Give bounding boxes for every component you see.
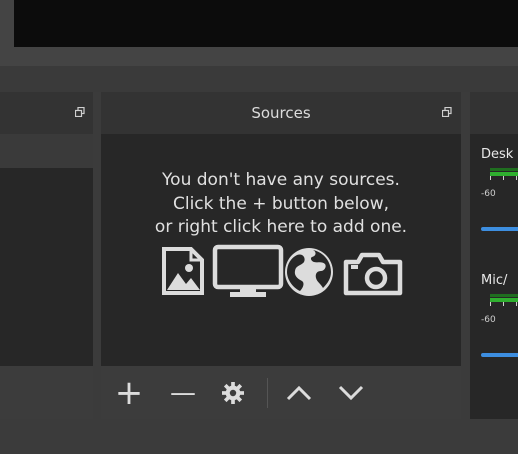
volume-meter [490,294,518,297]
volume-meter [490,298,518,302]
scene-list-item[interactable] [0,134,93,168]
meter-tick [503,302,504,306]
camera-icon [343,252,403,296]
volume-slider[interactable] [481,227,518,231]
volume-slider[interactable] [481,353,518,357]
minus-icon: — [170,377,196,408]
meter-tick [490,302,491,306]
add-source-button[interactable]: + [109,366,149,419]
globe-icon [285,248,333,296]
empty-message-line: You don't have any sources. [162,170,400,190]
chevron-down-icon [338,385,364,400]
gear-icon [222,381,244,404]
sources-title: Sources [251,104,311,122]
meter-tick [490,176,491,180]
source-properties-button[interactable] [213,366,253,419]
scenes-dock-header [0,92,93,134]
sources-dock-header: Sources [101,92,461,134]
preview-canvas[interactable] [14,0,518,47]
toolbar-separator [267,378,268,408]
move-source-down-button[interactable] [331,366,371,419]
volume-meter [490,168,518,171]
meter-tick [516,302,517,306]
scenes-list[interactable] [0,134,93,366]
scenes-toolbar [0,366,93,419]
meter-db-label: -60 [481,189,496,199]
meter-tick [503,176,504,180]
empty-sources-message: You don't have any sources. Click the + … [101,169,461,240]
plus-icon: + [114,372,144,413]
meter-tick [516,176,517,180]
dock-divider[interactable] [0,66,518,92]
empty-message-line: Click the + button below, [172,193,390,214]
meter-db-label: -60 [481,315,496,325]
mixer-channel-label: Mic/ [481,273,508,288]
audio-mixer: Desk -60 Mic/ -60 [470,134,518,419]
remove-source-button[interactable]: — [163,366,203,419]
monitor-icon [212,244,284,297]
sources-toolbar: + — [101,366,461,419]
chevron-up-icon [286,385,312,400]
mixer-channel-label: Desk [481,147,514,162]
sources-list[interactable]: You don't have any sources. Click the + … [101,134,461,366]
move-source-up-button[interactable] [279,366,319,419]
volume-meter [490,172,518,176]
undock-icon[interactable] [75,107,85,117]
image-icon [162,247,204,295]
undock-icon[interactable] [442,107,452,117]
bottom-dock-area [0,419,518,454]
empty-message-line: or right click here to add one. [154,217,408,237]
mixer-dock-header [470,92,518,134]
